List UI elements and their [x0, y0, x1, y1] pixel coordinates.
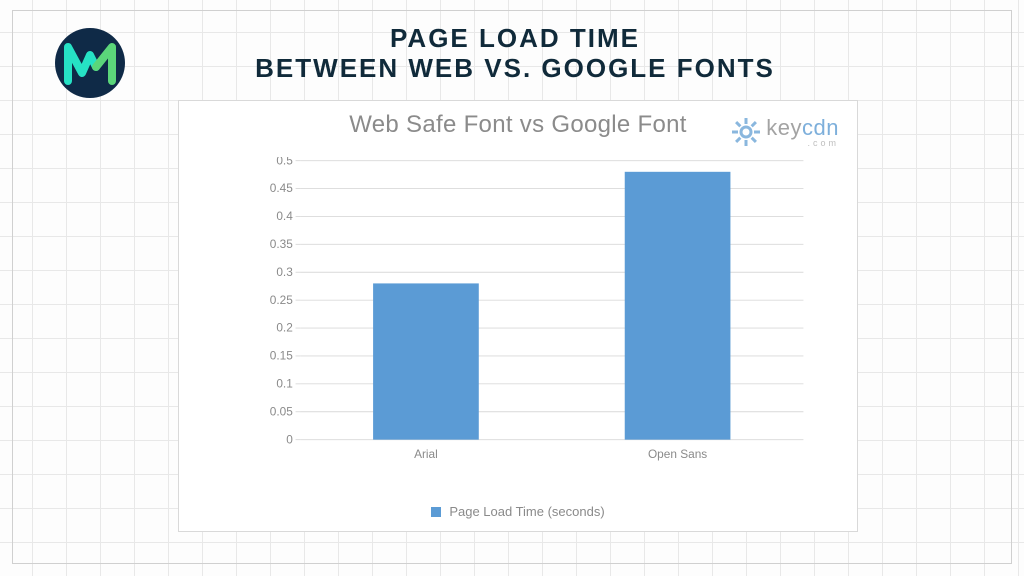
chart-bar [625, 172, 731, 440]
svg-text:0.5: 0.5 [276, 157, 293, 167]
brand-logo [55, 28, 125, 98]
headline-line1: PAGE LOAD TIME [210, 24, 820, 54]
brand-m-check-icon [60, 33, 120, 93]
gear-icon [732, 118, 760, 146]
chart-y-axis: 0 0.05 0.1 0.15 0.2 0.25 0.3 0.35 0.4 0.45 0.5 [270, 157, 300, 446]
watermark: keycdn .com [732, 115, 839, 148]
svg-text:0.35: 0.35 [270, 237, 293, 251]
chart-bars [373, 172, 730, 440]
chart-bar [373, 283, 479, 439]
chart-plot: 0 0.05 0.1 0.15 0.2 0.25 0.3 0.35 0.4 0.45 0.5 Ari… [239, 157, 839, 467]
chart-category-label: Open Sans [648, 447, 707, 461]
chart-container: Web Safe Font vs Google Font [178, 100, 858, 532]
legend-label: Page Load Time (seconds) [449, 504, 604, 519]
chart-category-label: Arial [414, 447, 438, 461]
svg-text:0.3: 0.3 [276, 265, 293, 279]
svg-text:0.4: 0.4 [276, 209, 293, 223]
svg-text:0.15: 0.15 [270, 349, 293, 363]
svg-text:0: 0 [286, 432, 293, 446]
svg-text:0.25: 0.25 [270, 293, 293, 307]
svg-text:0.45: 0.45 [270, 181, 293, 195]
svg-text:0.05: 0.05 [270, 404, 293, 418]
chart-legend: Page Load Time (seconds) [179, 504, 857, 519]
watermark-brand-prefix: key [766, 115, 802, 140]
watermark-text: keycdn .com [766, 115, 839, 148]
svg-text:0.1: 0.1 [276, 376, 293, 390]
chart-x-labels: Arial Open Sans [414, 447, 707, 461]
page-title: PAGE LOAD TIME BETWEEN WEB VS. GOOGLE FO… [210, 24, 820, 84]
watermark-brand-suffix: cdn [802, 115, 839, 140]
legend-swatch [431, 507, 441, 517]
headline-line2: BETWEEN WEB VS. GOOGLE FONTS [210, 54, 820, 84]
svg-text:0.2: 0.2 [276, 321, 292, 335]
